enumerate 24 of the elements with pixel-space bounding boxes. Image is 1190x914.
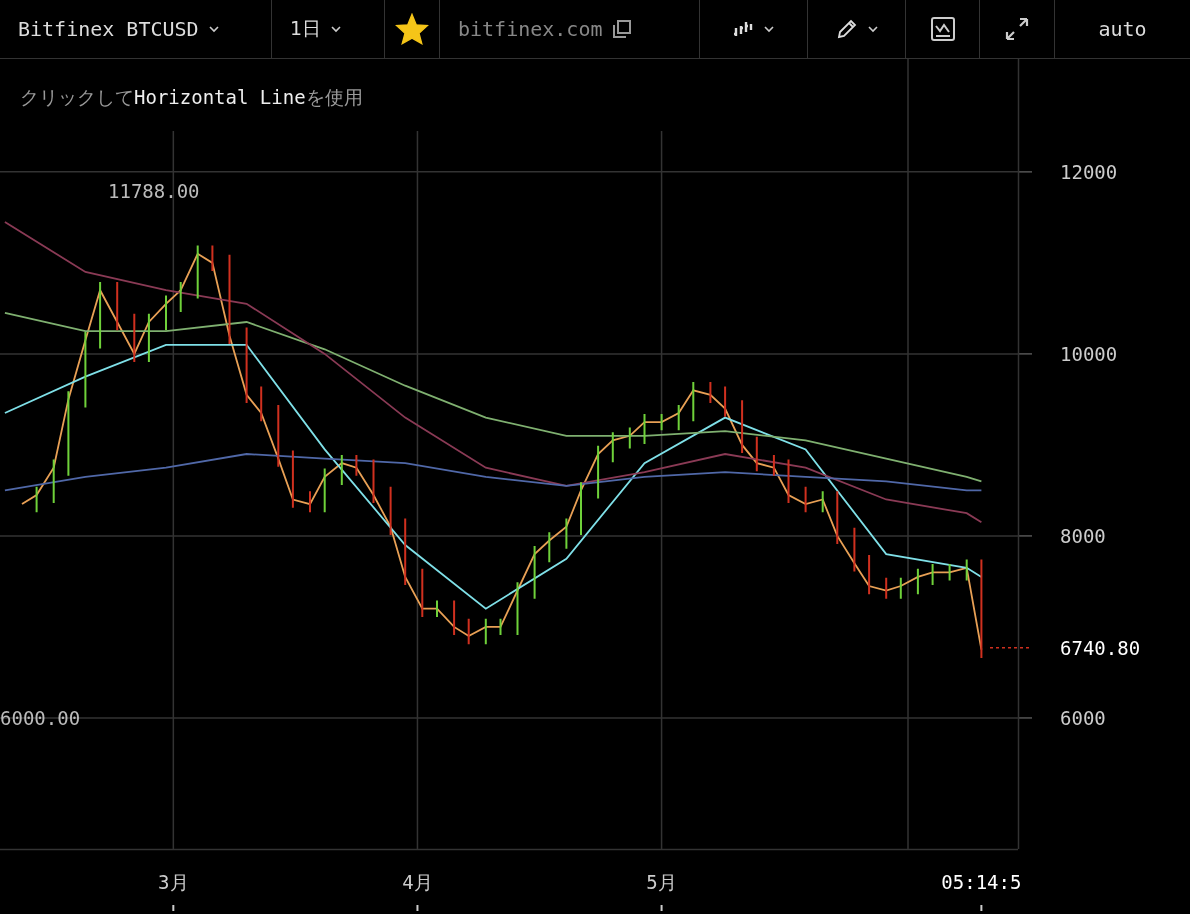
symbol-selector[interactable]: Bitfinex BTCUSD — [0, 0, 272, 58]
y-axis-label: 10000 — [1060, 342, 1118, 365]
x-axis-label: 05:14:5 — [941, 871, 1022, 893]
x-axis-label: 4月 — [402, 871, 433, 893]
bars-icon — [733, 22, 754, 36]
caret-icon — [763, 25, 774, 33]
caret-icon — [331, 25, 342, 33]
price-label: 11788.00 — [108, 180, 200, 203]
y-axis-label: 8000 — [1060, 524, 1106, 547]
chart-icon — [929, 16, 956, 42]
x-axis-label: 3月 — [158, 871, 189, 893]
interval-selector[interactable]: 1日 — [272, 0, 385, 58]
price-label: 6000.00 — [0, 706, 81, 729]
y-axis-label: 12000 — [1060, 160, 1118, 183]
pencil-icon — [835, 18, 858, 40]
auto-scale-button[interactable]: auto — [1055, 0, 1190, 58]
popout-icon — [612, 20, 631, 38]
expand-icon — [1004, 16, 1030, 42]
caret-icon — [867, 25, 878, 33]
caret-icon — [208, 25, 219, 33]
site-link[interactable]: bitfinex.com — [440, 0, 700, 58]
price-label: 6740.80 — [1060, 636, 1141, 659]
y-axis-label: 6000 — [1060, 706, 1106, 729]
x-axis-label: 5月 — [646, 871, 677, 893]
